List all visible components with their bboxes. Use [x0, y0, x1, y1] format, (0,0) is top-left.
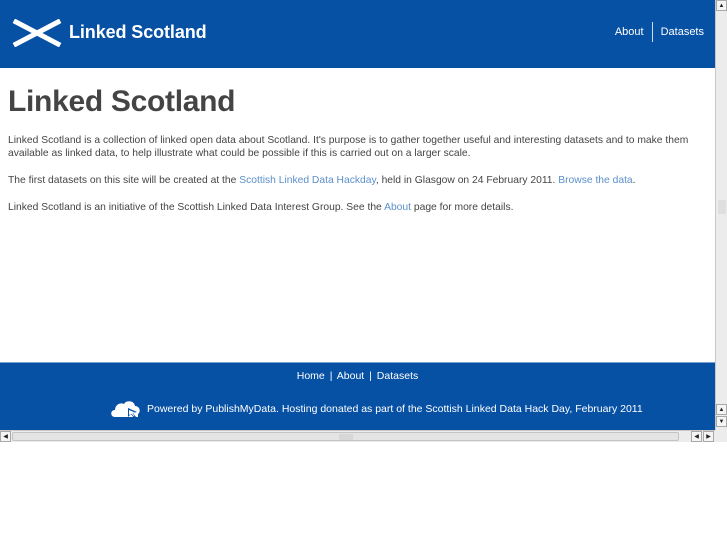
footer-nav: Home | About | Datasets: [0, 370, 715, 382]
vertical-scrollbar[interactable]: ▲ ▲ ▼: [715, 0, 727, 430]
horizontal-scroll-thumb-grip[interactable]: [339, 434, 353, 440]
powered-by-text: Powered by PublishMyData. Hosting donate…: [147, 403, 643, 415]
scroll-right-button[interactable]: ▶: [703, 431, 714, 442]
main-content: Linked Scotland Linked Scotland is a col…: [8, 84, 708, 228]
page-viewport: Linked Scotland About Datasets Linked Sc…: [0, 0, 715, 430]
horizontal-scrollbar[interactable]: ◀ ◀ ▶: [0, 430, 715, 442]
about-inline-link[interactable]: About: [384, 202, 411, 213]
footer-home-link[interactable]: Home: [297, 370, 325, 382]
intro-paragraph: Linked Scotland is a collection of linke…: [8, 135, 689, 159]
nav-about-link[interactable]: About: [607, 22, 652, 42]
cloud-cursor-icon[interactable]: [109, 399, 141, 419]
scroll-up-button-bottom[interactable]: ▲: [716, 404, 727, 415]
hackday-text-after: .: [632, 175, 636, 186]
horizontal-scroll-thumb[interactable]: [12, 432, 679, 441]
site-brand[interactable]: Linked Scotland: [69, 22, 207, 43]
scroll-up-button[interactable]: ▲: [716, 0, 727, 11]
footer-datasets-link[interactable]: Datasets: [377, 370, 418, 382]
footer-about-link[interactable]: About: [337, 370, 364, 382]
scroll-left-button[interactable]: ◀: [0, 431, 11, 442]
scroll-down-button[interactable]: ▼: [716, 416, 727, 427]
hackday-text-middle: , held in Glasgow on 24 February 2011.: [375, 175, 559, 186]
vertical-scroll-thumb-grip[interactable]: [718, 200, 726, 214]
nav-datasets-link[interactable]: Datasets: [653, 22, 712, 42]
hackday-paragraph: The first datasets on this site will be …: [8, 174, 708, 187]
footer-separator: |: [369, 370, 372, 382]
hackday-text-before: The first datasets on this site will be …: [8, 175, 240, 186]
hackday-link[interactable]: Scottish Linked Data Hackday: [239, 175, 376, 186]
site-footer: Home | About | Datasets Powered by Publi…: [0, 362, 715, 430]
browse-data-link[interactable]: Browse the data: [558, 175, 632, 186]
saltire-flag-icon[interactable]: [12, 19, 62, 47]
powered-by: Powered by PublishMyData. Hosting donate…: [109, 399, 643, 419]
footer-separator: |: [329, 370, 333, 382]
header-nav: About Datasets: [607, 22, 712, 42]
scroll-left-button-end[interactable]: ◀: [691, 431, 702, 442]
site-header: Linked Scotland About Datasets: [0, 0, 715, 68]
initiative-text-after: page for more details.: [411, 202, 514, 213]
initiative-text-before: Linked Scotland is an initiative of the …: [8, 202, 385, 213]
initiative-paragraph: Linked Scotland is an initiative of the …: [8, 201, 708, 214]
page-title: Linked Scotland: [8, 85, 236, 118]
scrollbar-corner: [715, 430, 727, 442]
